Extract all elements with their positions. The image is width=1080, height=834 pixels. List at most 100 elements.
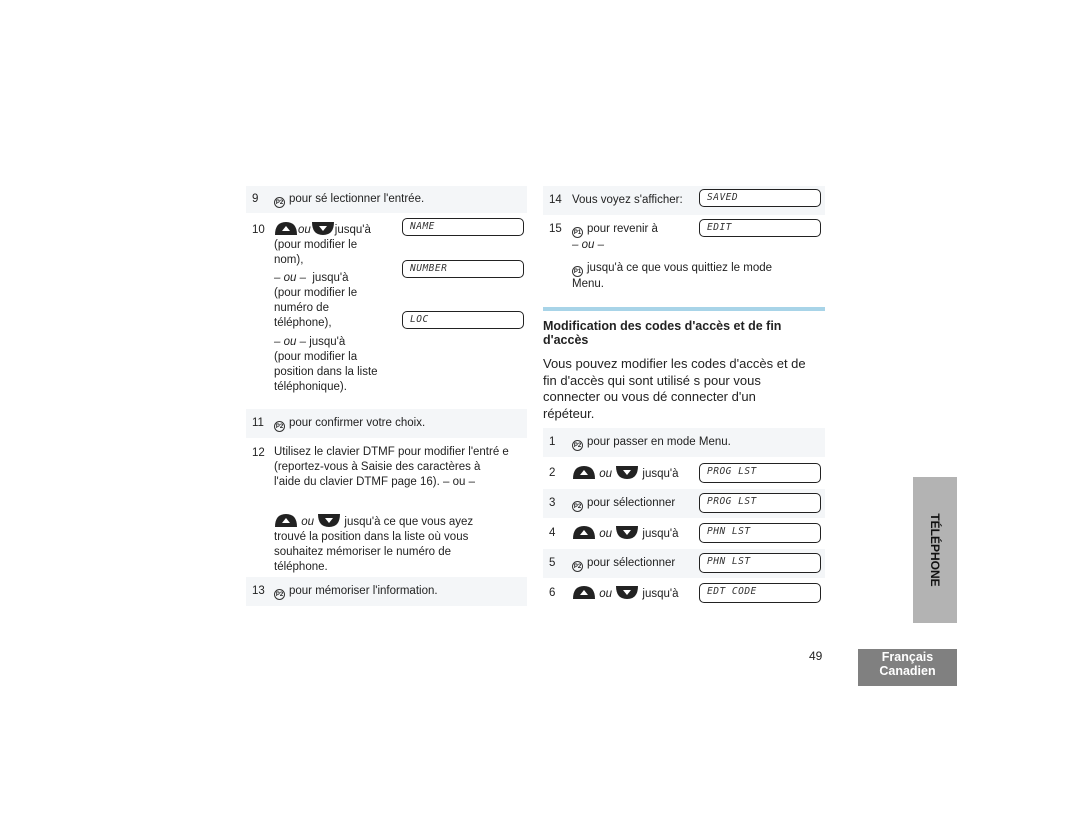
step-number: 2 [549, 467, 556, 479]
step-number: 13 [252, 585, 265, 597]
down-arrow-icon [317, 513, 341, 528]
paragraph-line: connecter ou vous dé connecter d'un [543, 389, 756, 404]
or-text: ou [599, 588, 612, 600]
section-step-4: 4 ou jusqu'à PHN LST [543, 519, 825, 548]
p2-button-icon: P2 [274, 197, 285, 208]
step-number: 15 [549, 223, 562, 235]
display-number: NUMBER [402, 260, 524, 278]
display-phn-lst: PHN LST [699, 523, 821, 543]
step-12: 12 Utilisez le clavier DTMF pour modifie… [246, 441, 527, 575]
step-number: 14 [549, 194, 562, 206]
step-13: 13 P2 pour mémoriser l'information. [246, 577, 527, 606]
step-text: jusqu'à [312, 272, 349, 284]
section-divider [543, 307, 825, 311]
up-arrow-icon [274, 513, 298, 528]
step-text: nom), [274, 254, 304, 266]
paragraph-line: Vous pouvez modifier les codes d'accès e… [543, 356, 806, 371]
up-arrow-icon [572, 585, 596, 600]
paragraph-line: fin d'accès qui sont utilisé s pour vous [543, 372, 761, 388]
section-tab-label: TÉLÉPHONE [928, 513, 942, 587]
paragraph-line: répéteur. [543, 405, 595, 421]
display-edit: EDIT [699, 219, 821, 237]
step-number: 1 [549, 436, 556, 448]
step-text: pour sélectionner [587, 557, 676, 569]
step-10: 10 ou jusqu'à (pour modifier le nom), – o… [246, 216, 527, 406]
language-label: Français [881, 650, 934, 664]
up-arrow-icon [572, 525, 596, 540]
step-text: jusqu'à [334, 224, 371, 236]
p2-button-icon: P2 [274, 589, 285, 600]
step-text: (pour modifier le [274, 239, 358, 251]
or-text: – ou – [572, 239, 604, 251]
step-text: trouvé la position dans la liste où vous [274, 531, 469, 543]
step-text: l'aide du clavier DTMF page 16). – ou – [274, 476, 475, 488]
step-text: jusqu'à ce que vous quittiez le mode [587, 262, 773, 274]
step-text: Menu. [572, 278, 604, 290]
step-text: jusqu'à [642, 588, 679, 600]
step-14: 14 Vous voyez s'afficher: SAVED [543, 186, 825, 215]
step-number: 11 [252, 417, 264, 429]
p2-button-icon: P2 [274, 421, 285, 432]
step-15: 15 P1 pour revenir à – ou – P1 jusqu'à ce … [543, 217, 825, 303]
or-text: ou [599, 528, 612, 540]
step-text: pour sé lectionner l'entrée. [289, 193, 425, 205]
display-saved: SAVED [699, 189, 821, 207]
section-step-3: 3 P2 pour sélectionner PROG LST [543, 489, 825, 518]
step-number: 5 [549, 557, 556, 569]
p1-button-icon: P1 [572, 227, 583, 238]
down-arrow-icon [615, 465, 639, 480]
section-heading: Modification des codes d'accès et de fin… [543, 319, 828, 347]
step-text: numéro de [274, 302, 329, 314]
step-text: pour sélectionner [587, 497, 676, 509]
or-text: ou [301, 516, 314, 528]
or-text: – ou – [274, 336, 306, 348]
step-11: 11 P2 pour confirmer votre choix. [246, 409, 527, 438]
step-text: téléphone. [274, 561, 328, 573]
step-number: 4 [549, 527, 556, 539]
step-text: pour mémoriser l'information. [289, 585, 438, 597]
page-number: 49 [809, 649, 823, 663]
down-arrow-icon [615, 585, 639, 600]
step-text: jusqu'à ce que vous ayez [344, 516, 474, 528]
section-step-2: 2 ou jusqu'à PROG LST [543, 459, 825, 488]
step-number: 10 [252, 224, 265, 236]
display-phn-lst: PHN LST [699, 553, 821, 573]
step-9: 9 P2 pour sé lectionner l'entrée. [246, 186, 527, 213]
step-text: pour passer en mode Menu. [587, 436, 731, 448]
or-text: ou [298, 224, 311, 236]
step-number: 6 [549, 587, 556, 599]
section-step-5: 5 P2 pour sélectionner PHN LST [543, 549, 825, 578]
up-arrow-icon [572, 465, 596, 480]
display-name: NAME [402, 218, 524, 236]
display-loc: LOC [402, 311, 524, 329]
step-text: position dans la liste [274, 366, 378, 378]
step-text: (pour modifier le [274, 287, 358, 299]
display-prog-lst: PROG LST [699, 493, 821, 513]
step-number: 12 [252, 447, 265, 459]
step-text: (pour modifier la [274, 351, 358, 363]
step-text: Utilisez le clavier DTMF pour modifier l… [274, 446, 509, 458]
up-arrow-icon [274, 221, 298, 236]
section-step-1: 1 P2 pour passer en mode Menu. [543, 428, 825, 457]
step-text: jusqu'à [309, 336, 346, 348]
p1-button-icon: P1 [572, 266, 583, 277]
step-text: Vous voyez s'afficher: [572, 194, 683, 206]
p2-button-icon: P2 [572, 440, 583, 451]
step-text: souhaitez mémoriser le numéro de [274, 546, 452, 558]
down-arrow-icon [311, 221, 335, 236]
or-text: ou [599, 468, 612, 480]
p2-button-icon: P2 [572, 561, 583, 572]
step-text: téléphonique). [274, 381, 347, 393]
step-text: jusqu'à [642, 468, 679, 480]
step-number: 9 [252, 193, 259, 205]
or-text: – ou – [274, 272, 306, 284]
step-text: (reportez-vous à Saisie des caractères à [274, 461, 481, 473]
heading-text: Modification des codes d'accès et de fin [543, 319, 782, 333]
display-prog-lst: PROG LST [699, 463, 821, 483]
language-tab: Français Canadien [858, 649, 957, 686]
step-text: téléphone), [274, 317, 332, 329]
step-text: pour confirmer votre choix. [289, 417, 426, 429]
step-text: pour revenir à [587, 223, 658, 235]
section-tab: TÉLÉPHONE [913, 477, 957, 623]
heading-text: d'accès [543, 333, 589, 347]
